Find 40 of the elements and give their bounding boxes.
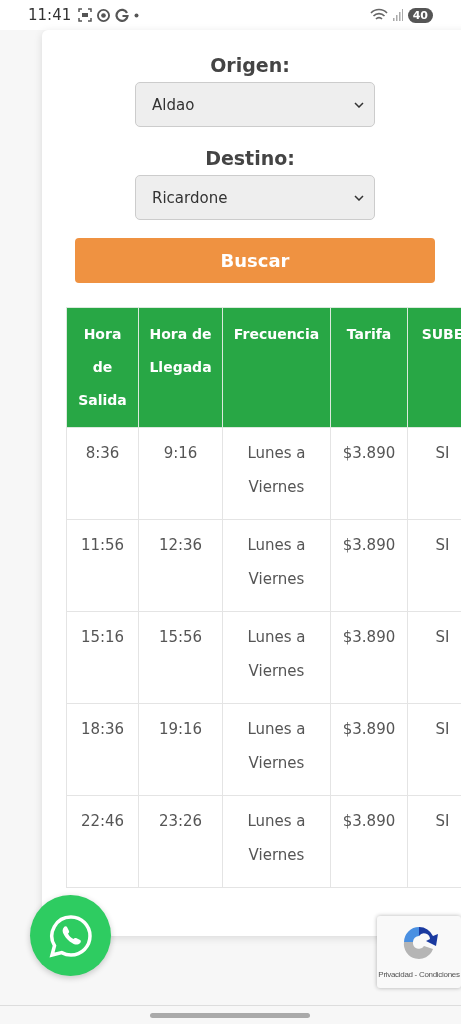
privacy-terms-text: Privacidad - Condiciones [378, 970, 460, 979]
whatsapp-button[interactable] [30, 895, 111, 976]
table-cell: Lunes a Viernes [222, 611, 331, 704]
table-cell: 18:36 [66, 703, 139, 796]
table-cell: 12:36 [138, 519, 223, 612]
chevron-down-icon [354, 101, 364, 108]
column-header: Tarifa [330, 307, 408, 428]
clock-time: 11:41 [28, 6, 72, 24]
table-cell: 19:16 [138, 703, 223, 796]
table-cell: Lunes a Viernes [222, 703, 331, 796]
wifi-icon [369, 8, 388, 22]
table-cell: $3.890 [330, 703, 408, 796]
table-cell: $3.890 [330, 795, 408, 888]
table-cell: 23:26 [138, 795, 223, 888]
table-cell: $3.890 [330, 519, 408, 612]
table-cell: 15:56 [138, 611, 223, 704]
signal-icon [392, 9, 403, 21]
table-cell: Lunes a Viernes [222, 795, 331, 888]
table-cell: Lunes a Viernes [222, 519, 331, 612]
chevron-down-icon [354, 194, 364, 201]
table-cell: 8:36 [66, 427, 139, 520]
table-cell: $3.890 [330, 427, 408, 520]
table-cell: Lunes a Viernes [222, 427, 331, 520]
g-icon [115, 8, 130, 22]
dot-icon [134, 12, 140, 18]
destination-select[interactable]: Ricardone [135, 175, 375, 220]
table-cell: 15:16 [66, 611, 139, 704]
table-cell: $3.890 [330, 611, 408, 704]
battery-level: 40 [407, 7, 433, 23]
column-header: Hora de Salida [66, 307, 139, 428]
table-cell: 9:16 [138, 427, 223, 520]
table-cell: 22:46 [66, 795, 139, 888]
column-header: Hora de Llegada [138, 307, 223, 428]
recaptcha-badge[interactable]: Privacidad - Condiciones [377, 916, 461, 988]
origin-label: Origen: [209, 54, 291, 76]
screenshot-icon [78, 8, 93, 22]
destination-label: Destino: [204, 147, 296, 169]
column-header: Frecuencia [222, 307, 331, 428]
origin-select[interactable]: Aldao [135, 82, 375, 127]
table-cell: 11:56 [66, 519, 139, 612]
